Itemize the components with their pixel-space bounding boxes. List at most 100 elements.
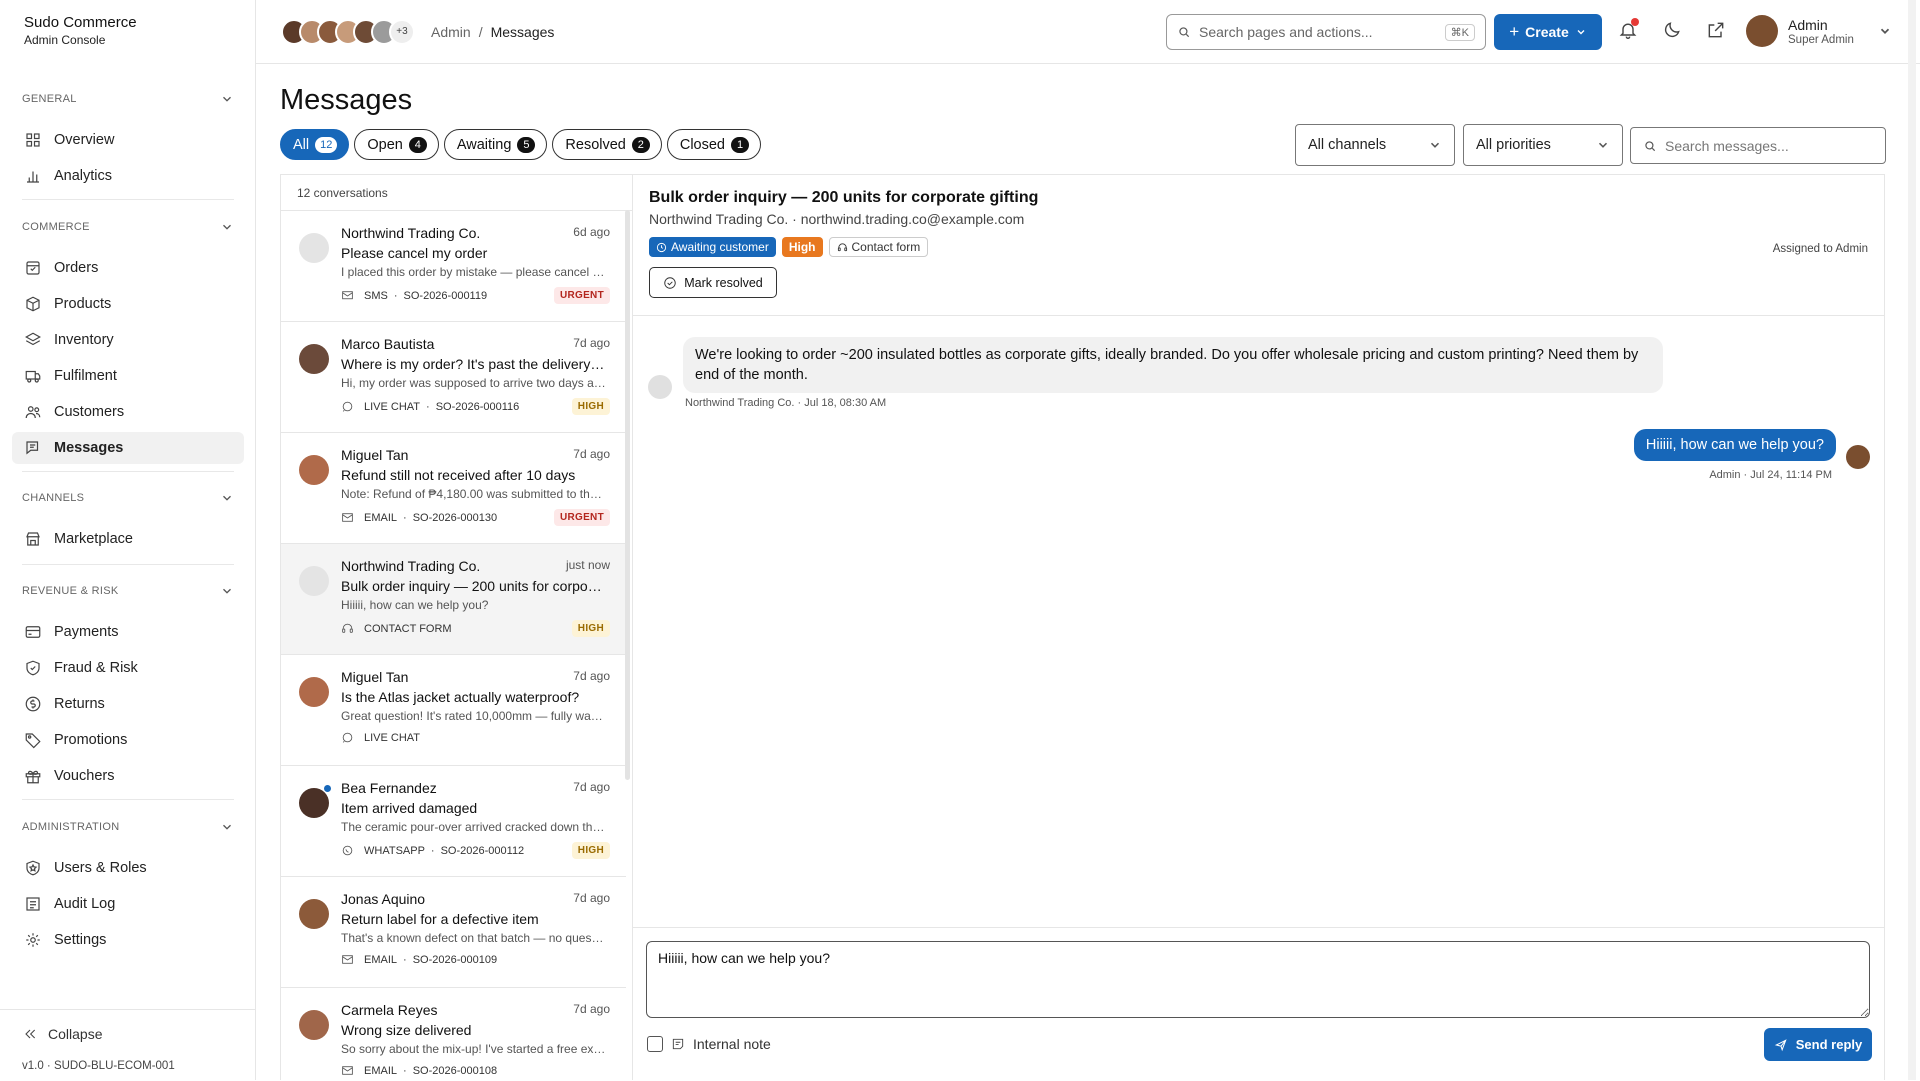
- meta-separator: ·: [403, 953, 407, 966]
- notifications-button[interactable]: [1618, 18, 1640, 42]
- conversation-subject: Return label for a defective item: [341, 911, 539, 927]
- section-toggle-administration[interactable]: ADMINISTRATION: [0, 816, 256, 838]
- global-search-input[interactable]: Search pages and actions... ⌘K: [1166, 14, 1486, 50]
- shield-icon: [26, 660, 40, 676]
- internal-note-checkbox[interactable]: [647, 1036, 663, 1052]
- section-title: ADMINISTRATION: [22, 821, 120, 833]
- theme-toggle-button[interactable]: [1662, 20, 1684, 42]
- email-icon: [342, 1066, 353, 1075]
- open-storefront-button[interactable]: [1706, 20, 1728, 42]
- sidebar-item-payments[interactable]: Payments: [12, 616, 244, 648]
- box-icon: [26, 296, 40, 312]
- sidebar-item-inventory[interactable]: Inventory: [12, 324, 244, 356]
- conversation-subject: Bulk order inquiry — 200 units for corpo…: [341, 578, 606, 594]
- version-label: v1.0 · SUDO-BLU-ECOM-001: [22, 1060, 175, 1072]
- breadcrumb-admin[interactable]: Admin: [431, 24, 471, 40]
- brand-name: Sudo Commerce: [24, 14, 137, 31]
- conversation-channel: WHATSAPP: [364, 844, 425, 857]
- tab-resolved[interactable]: Resolved 2: [552, 129, 662, 160]
- sms-icon: [342, 291, 353, 300]
- priority-badge: URGENT: [553, 287, 610, 304]
- avatar: [299, 899, 329, 929]
- section-toggle-channels[interactable]: CHANNELS: [0, 487, 256, 509]
- nav-section-revenue-risk: REVENUE & RISK Payments Fraud & Risk Ret…: [0, 580, 256, 796]
- sidebar-item-promotions[interactable]: Promotions: [12, 724, 244, 756]
- conversation-name: Northwind Trading Co.: [341, 225, 481, 241]
- sidebar-item-fulfilment[interactable]: Fulfilment: [12, 360, 244, 392]
- message-search-input[interactable]: Search messages...: [1630, 127, 1886, 164]
- conversation-item[interactable]: Northwind Trading Co. 6d ago Please cance…: [281, 211, 626, 322]
- conversation-order: SO-2026-000130: [412, 511, 498, 524]
- sidebar-item-label: Settings: [54, 932, 107, 948]
- sidebar-item-marketplace[interactable]: Marketplace: [12, 523, 244, 555]
- sidebar-item-overview[interactable]: Overview: [12, 124, 244, 156]
- tab-label: Awaiting: [456, 136, 512, 153]
- priority-filter-select[interactable]: All priorities: [1463, 124, 1623, 166]
- priority-badge: High: [781, 237, 823, 257]
- conversation-channel: EMAIL: [364, 1064, 398, 1077]
- sidebar-item-products[interactable]: Products: [12, 288, 244, 320]
- tab-awaiting[interactable]: Awaiting 5: [443, 129, 548, 160]
- online-avatars[interactable]: +3: [281, 18, 415, 45]
- chevron-down-icon: [223, 495, 231, 501]
- sidebar-item-users-roles[interactable]: Users & Roles: [12, 852, 244, 884]
- sidebar-item-returns[interactable]: Returns: [12, 688, 244, 720]
- mark-resolved-button[interactable]: Mark resolved: [649, 267, 777, 298]
- tab-open[interactable]: Open 4: [354, 129, 439, 160]
- conversation-item[interactable]: Miguel Tan 7d ago Is the Atlas jacket act…: [281, 655, 626, 766]
- conversation-name: Miguel Tan: [341, 669, 409, 685]
- tab-label: Closed: [679, 136, 725, 153]
- channel-filter-select[interactable]: All channels: [1295, 124, 1455, 166]
- collapse-label: Collapse: [48, 1026, 103, 1042]
- outgoing-message: Hiiiii, how can we help you?: [1633, 429, 1836, 461]
- avatar: [299, 233, 329, 263]
- conversation-item[interactable]: Bea Fernandez 7d ago Item arrived damaged…: [281, 766, 626, 877]
- avatar: [299, 566, 329, 596]
- conversation-channel: CONTACT FORM: [364, 622, 452, 635]
- layers-icon: [25, 332, 41, 346]
- sidebar-item-analytics[interactable]: Analytics: [12, 160, 244, 192]
- internal-note-toggle[interactable]: Internal note: [647, 1036, 771, 1052]
- reply-textarea[interactable]: Hiiiii, how can we help you?: [646, 941, 1870, 1018]
- card-icon: [25, 626, 41, 638]
- user-menu[interactable]: Admin Super Admin: [1746, 15, 1892, 47]
- send-reply-button[interactable]: Send reply: [1764, 1028, 1872, 1061]
- send-reply-label: Send reply: [1795, 1037, 1863, 1052]
- sidebar-item-settings[interactable]: Settings: [12, 924, 244, 956]
- conversation-item[interactable]: Jonas Aquino 7d ago Return label for a de…: [281, 877, 626, 988]
- sidebar-item-vouchers[interactable]: Vouchers: [12, 760, 244, 792]
- section-toggle-revenue-risk[interactable]: REVENUE & RISK: [0, 580, 256, 602]
- conversation-item[interactable]: Miguel Tan 7d ago Refund still not receiv…: [281, 433, 626, 544]
- conversation-item[interactable]: Marco Bautista 7d ago Where is my order? …: [281, 322, 626, 433]
- page-scrollbar[interactable]: [1908, 0, 1916, 1080]
- conversation-time: 7d ago: [573, 669, 610, 683]
- sidebar-item-messages[interactable]: Messages: [12, 432, 244, 464]
- conversation-header: Bulk order inquiry — 200 units for corpo…: [633, 175, 1884, 316]
- incoming-message: We're looking to order ~200 insulated bo…: [683, 337, 1663, 393]
- priority-filter-value: All priorities: [1476, 137, 1551, 153]
- conversation-name: Jonas Aquino: [341, 891, 426, 907]
- message-search-placeholder: Search messages...: [1665, 137, 1789, 154]
- sidebar-item-customers[interactable]: Customers: [12, 396, 244, 428]
- chevron-down-icon: [223, 224, 231, 230]
- create-button[interactable]: + Create: [1494, 14, 1602, 50]
- list-scrollbar[interactable]: [625, 210, 630, 780]
- conversation-item-selected[interactable]: Northwind Trading Co. just now Bulk order…: [281, 544, 626, 655]
- sidebar-item-fraud-risk[interactable]: Fraud & Risk: [12, 652, 244, 684]
- meta-separator: ·: [403, 1064, 407, 1077]
- chevron-down-icon: [223, 824, 231, 830]
- sidebar-item-label: Returns: [54, 696, 105, 712]
- conversation-subject: Where is my order? It's past the deliver…: [341, 356, 606, 372]
- section-toggle-general[interactable]: GENERAL: [0, 88, 256, 110]
- tab-closed[interactable]: Closed 1: [666, 129, 761, 160]
- tab-all[interactable]: All 12: [280, 129, 350, 160]
- section-toggle-commerce[interactable]: COMMERCE: [0, 216, 256, 238]
- collapse-sidebar-button[interactable]: Collapse: [0, 1009, 256, 1042]
- reply-composer: Hiiiii, how can we help you? Internal no…: [633, 927, 1884, 1081]
- tab-count: 5: [517, 136, 536, 153]
- sidebar-item-audit-log[interactable]: Audit Log: [12, 888, 244, 920]
- sidebar-item-orders[interactable]: Orders: [12, 252, 244, 284]
- conversation-list: 12 conversations Northwind Trading Co. 6d…: [280, 174, 633, 1080]
- conversation-item[interactable]: Carmela Reyes 7d ago Wrong size delivered…: [281, 988, 626, 1080]
- search-placeholder: Search pages and actions...: [1199, 24, 1373, 40]
